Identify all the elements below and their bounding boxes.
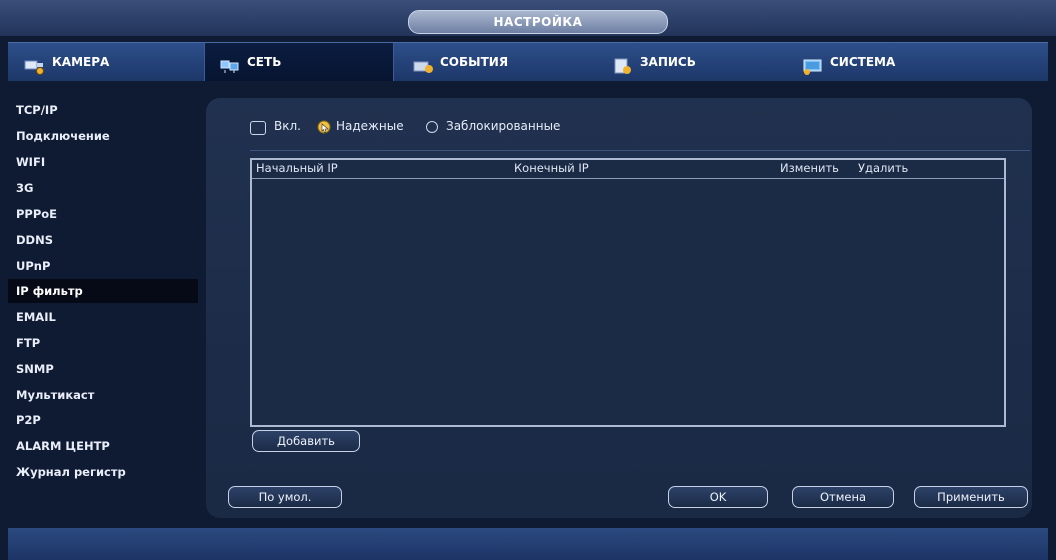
system-icon bbox=[802, 52, 824, 75]
tab-label: ЗАПИСЬ bbox=[640, 55, 696, 69]
tab-label: СОБЫТИЯ bbox=[440, 55, 509, 69]
window-title: НАСТРОЙКА bbox=[408, 10, 668, 34]
sidebar-item-tcpip[interactable]: TCP/IP bbox=[8, 98, 198, 122]
blocked-label: Заблокированные bbox=[446, 119, 561, 133]
sidebar: TCP/IP Подключение WIFI 3G PPPoE DDNS UP… bbox=[8, 98, 200, 518]
tab-network[interactable]: СЕТЬ bbox=[204, 43, 394, 81]
sidebar-item-3g[interactable]: 3G bbox=[8, 176, 198, 200]
sidebar-item-snmp[interactable]: SNMP bbox=[8, 357, 198, 381]
tab-label: СИСТЕМА bbox=[830, 55, 896, 69]
sidebar-item-multicast[interactable]: Мультикаст bbox=[8, 383, 198, 407]
column-start-ip: Начальный IP bbox=[256, 161, 338, 175]
tab-label: СЕТЬ bbox=[247, 55, 282, 69]
radio-trusted[interactable] bbox=[316, 119, 332, 135]
sidebar-item-ddns[interactable]: DDNS bbox=[8, 228, 198, 252]
radio-blocked[interactable] bbox=[426, 121, 438, 133]
sidebar-item-pppoe[interactable]: PPPoE bbox=[8, 202, 198, 226]
apply-button[interactable]: Применить bbox=[914, 486, 1028, 508]
column-end-ip: Конечный IP bbox=[514, 161, 589, 175]
trusted-label: Надежные bbox=[336, 119, 404, 133]
sidebar-item-p2p[interactable]: P2P bbox=[8, 408, 198, 432]
add-button[interactable]: Добавить bbox=[252, 430, 360, 452]
tab-camera[interactable]: КАМЕРА bbox=[24, 43, 184, 81]
sidebar-item-wifi[interactable]: WIFI bbox=[8, 150, 198, 174]
enable-label: Вкл. bbox=[274, 119, 301, 133]
column-edit: Изменить bbox=[780, 161, 839, 175]
sidebar-item-log[interactable]: Журнал регистр bbox=[8, 460, 198, 484]
footer-bar bbox=[8, 528, 1048, 560]
tab-system[interactable]: СИСТЕМА bbox=[802, 43, 982, 81]
tab-events[interactable]: СОБЫТИЯ bbox=[412, 43, 592, 81]
sidebar-item-ftp[interactable]: FTP bbox=[8, 331, 198, 355]
main-tabs: КАМЕРА СЕТЬ СОБЫТИЯ ЗАПИСЬ СИСТЕМА bbox=[8, 42, 1048, 81]
sidebar-item-alarm-center[interactable]: ALARM ЦЕНТР bbox=[8, 434, 198, 458]
events-icon bbox=[412, 52, 434, 73]
default-button[interactable]: По умол. bbox=[228, 486, 342, 508]
camera-icon bbox=[24, 52, 46, 75]
column-delete: Удалить bbox=[858, 161, 909, 175]
enable-checkbox[interactable] bbox=[250, 121, 266, 135]
tab-record[interactable]: ЗАПИСЬ bbox=[612, 43, 782, 81]
network-icon bbox=[219, 52, 241, 73]
cancel-button[interactable]: Отмена bbox=[792, 486, 894, 508]
title-bar: НАСТРОЙКА bbox=[0, 0, 1056, 36]
ip-filter-table: Начальный IP Конечный IP Изменить Удалит… bbox=[250, 158, 1006, 427]
ok-button[interactable]: OK bbox=[668, 486, 768, 508]
record-icon bbox=[612, 52, 634, 74]
tab-label: КАМЕРА bbox=[52, 55, 110, 69]
radio-selected-icon bbox=[317, 120, 331, 134]
sidebar-item-connection[interactable]: Подключение bbox=[8, 124, 198, 148]
sidebar-item-email[interactable]: EMAIL bbox=[8, 305, 198, 329]
divider bbox=[250, 150, 1030, 151]
sidebar-item-upnp[interactable]: UPnP bbox=[8, 254, 198, 278]
table-header: Начальный IP Конечный IP Изменить Удалит… bbox=[252, 160, 1004, 179]
sidebar-item-ip-filter[interactable]: IP фильтр bbox=[8, 279, 198, 303]
